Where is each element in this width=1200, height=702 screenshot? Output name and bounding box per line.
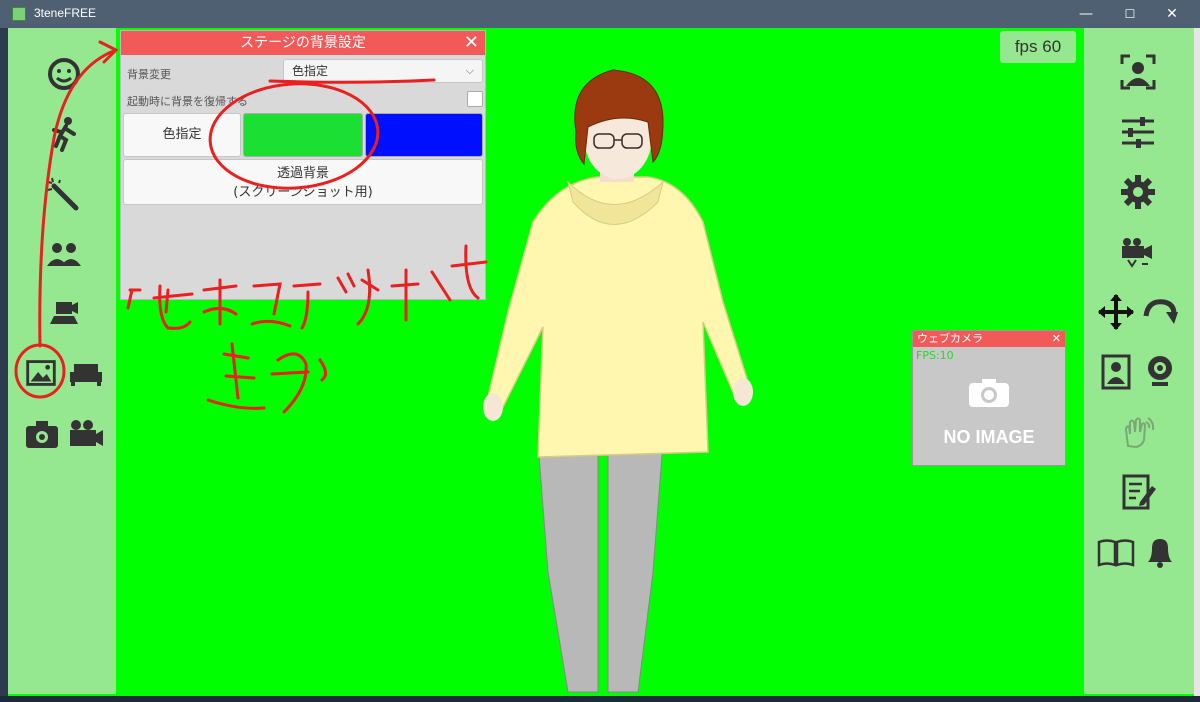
sofa-icon[interactable]: [66, 354, 106, 394]
webcam-window: ウェブカメラ ✕ FPS:10 NO IMAGE: [912, 330, 1066, 466]
no-image-text: NO IMAGE: [943, 427, 1035, 447]
photo-camera-icon[interactable]: [22, 414, 62, 454]
settings-gear-icon[interactable]: [1118, 172, 1158, 212]
webcam-fps: FPS:10: [916, 349, 954, 362]
maximize-button[interactable]: ☐: [1110, 2, 1150, 26]
dialog-close-button[interactable]: ✕: [464, 31, 479, 55]
desktop-edge-right: [1194, 28, 1200, 702]
move-icon[interactable]: [1096, 292, 1136, 332]
video-camera-icon[interactable]: [66, 414, 106, 454]
window-titlebar: 3teneFREE — ☐ ✕: [0, 0, 1200, 28]
camera-switch-icon[interactable]: [1118, 232, 1158, 272]
green-color-swatch[interactable]: [243, 113, 363, 157]
fps-label: fps: [1014, 37, 1038, 56]
color-mode-button[interactable]: 色指定: [123, 113, 241, 157]
stage-area: ステージの背景設定 ✕ 背景変更 色指定 ⌵ 起動時に背景を復帰する 色指定 透…: [8, 28, 1194, 696]
taskbar-edge: [0, 696, 1200, 702]
transparent-bg-sublabel: (スクリーンショット用): [233, 185, 373, 200]
fps-value: 60: [1042, 37, 1062, 56]
bg-mode-value: 色指定: [292, 64, 329, 78]
right-toolbar: [1084, 28, 1194, 694]
people-icon[interactable]: [44, 234, 84, 274]
app-icon: [12, 7, 26, 21]
window-title: 3teneFREE: [34, 6, 97, 20]
magic-wand-icon[interactable]: [44, 174, 84, 214]
notes-icon[interactable]: [1118, 472, 1158, 512]
restore-label: 起動時に背景を復帰する: [127, 95, 248, 108]
bell-icon[interactable]: [1140, 532, 1180, 572]
avatar-character: [483, 69, 753, 693]
transparent-bg-button[interactable]: 透過背景 (スクリーンショット用): [123, 159, 483, 205]
webcam-header: ウェブカメラ ✕: [913, 331, 1065, 347]
sliders-icon[interactable]: [1118, 112, 1158, 152]
hand-gesture-icon[interactable]: [1118, 412, 1158, 452]
bg-change-label: 背景変更: [127, 68, 171, 81]
webcam-close-button[interactable]: ✕: [1052, 331, 1061, 347]
face-icon[interactable]: [44, 54, 84, 94]
dialog-header: ステージの背景設定 ✕: [121, 31, 485, 55]
webcam-title: ウェブカメラ: [917, 332, 983, 345]
webcam-icon[interactable]: [1140, 352, 1180, 392]
pose-icon[interactable]: [44, 114, 84, 154]
background-settings-dialog: ステージの背景設定 ✕ 背景変更 色指定 ⌵ 起動時に背景を復帰する 色指定 透…: [120, 30, 486, 300]
fps-counter: fps 60: [1000, 31, 1076, 63]
rotate-icon[interactable]: [1140, 292, 1180, 332]
restore-checkbox[interactable]: [467, 91, 483, 107]
camera-settings-icon[interactable]: [44, 294, 84, 334]
book-icon[interactable]: [1096, 532, 1136, 572]
background-image-icon[interactable]: [22, 354, 60, 392]
bg-mode-select[interactable]: 色指定 ⌵: [283, 59, 483, 83]
desktop-edge: [0, 28, 8, 702]
blue-color-swatch[interactable]: [365, 113, 483, 157]
portrait-icon[interactable]: [1096, 352, 1136, 392]
dialog-title: ステージの背景設定: [240, 35, 366, 51]
camera-icon: [969, 379, 1009, 407]
left-toolbar: [8, 28, 116, 694]
minimize-button[interactable]: —: [1066, 2, 1106, 26]
transparent-bg-label: 透過背景: [276, 166, 329, 181]
chevron-down-icon: ⌵: [465, 64, 474, 77]
close-window-button[interactable]: ✕: [1152, 2, 1192, 26]
face-tracking-icon[interactable]: [1118, 52, 1158, 92]
